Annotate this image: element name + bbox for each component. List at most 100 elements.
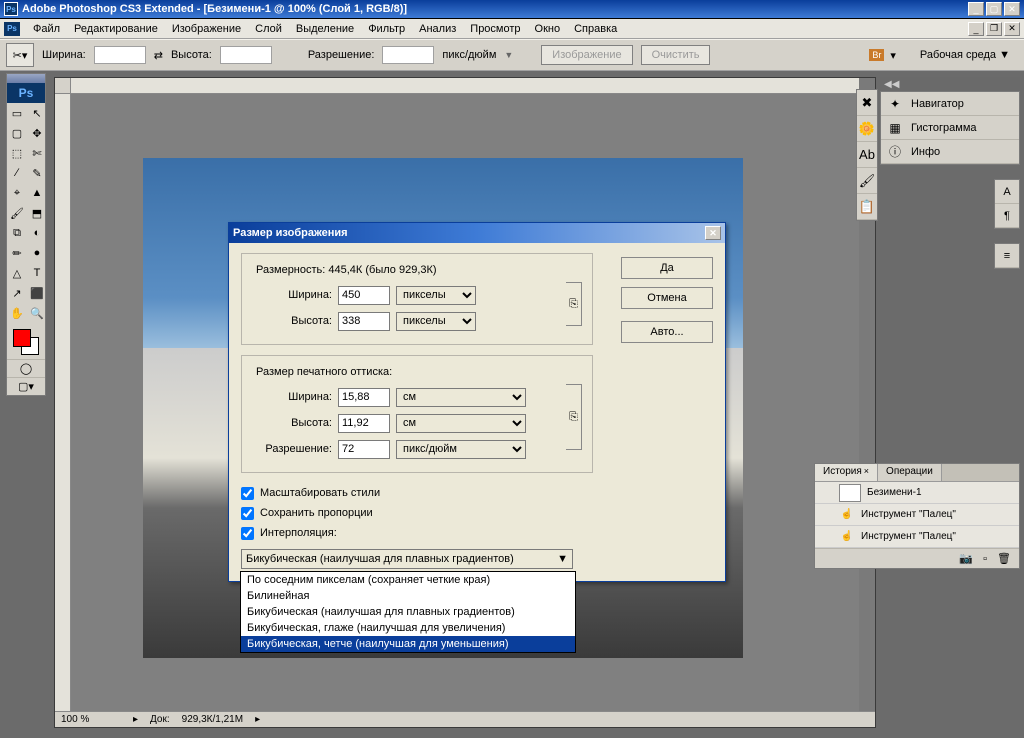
tab-history[interactable]: История× xyxy=(815,464,878,481)
tool-7[interactable]: ✎ xyxy=(27,163,47,183)
menu-help[interactable]: Справка xyxy=(567,21,624,37)
new-doc-icon[interactable]: ▫ xyxy=(983,553,987,565)
opt-height-input[interactable] xyxy=(220,46,272,64)
tool-6[interactable]: ∕ xyxy=(7,163,27,183)
tool-8[interactable]: ⌖ xyxy=(7,183,27,203)
tool-12[interactable]: ⧉ xyxy=(7,223,27,243)
status-zoom[interactable]: 100 % xyxy=(61,714,121,725)
history-state-row[interactable]: ☝ Инструмент "Палец" xyxy=(815,526,1019,548)
menu-layer[interactable]: Слой xyxy=(248,21,289,37)
ok-button[interactable]: Да xyxy=(621,257,713,279)
ruler-origin[interactable] xyxy=(55,78,71,94)
interpolation-select[interactable]: Бикубическая (наилучшая для плавных град… xyxy=(241,549,573,569)
new-snapshot-icon[interactable]: 📷 xyxy=(959,552,973,565)
tool-0[interactable]: ▭ xyxy=(7,103,27,123)
tool-20[interactable]: ✋ xyxy=(7,303,27,323)
interpolation-dropdown[interactable]: По соседним пикселам (сохраняет четкие к… xyxy=(240,571,576,653)
tool-1[interactable]: ↖ xyxy=(27,103,47,123)
tool-18[interactable]: ↗ xyxy=(7,283,27,303)
tool-21[interactable]: 🔍 xyxy=(27,303,47,323)
tool-2[interactable]: ▢ xyxy=(7,123,27,143)
constrain-link-icon[interactable]: ⎘ xyxy=(566,384,582,450)
tool-11[interactable]: ⬒ xyxy=(27,203,47,223)
px-height-unit[interactable]: пикселы xyxy=(396,312,476,331)
side-brush-icon[interactable]: 🖌 xyxy=(857,168,877,194)
pr-width-input[interactable] xyxy=(338,388,390,407)
current-tool-thumb[interactable]: ✂▾ xyxy=(6,43,34,67)
dialog-close-button[interactable]: ✕ xyxy=(705,226,721,240)
px-width-unit[interactable]: пикселы xyxy=(396,286,476,305)
tool-10[interactable]: 🖌 xyxy=(7,203,27,223)
doc-close-button[interactable]: ✕ xyxy=(1004,22,1020,36)
side-char-icon[interactable]: Ab xyxy=(857,142,877,168)
close-button[interactable]: ✕ xyxy=(1004,2,1020,16)
history-doc-row[interactable]: Безимени-1 xyxy=(815,482,1019,504)
constrain-link-icon[interactable]: ⎘ xyxy=(566,282,582,326)
mini-para-icon[interactable]: ¶ xyxy=(995,204,1019,228)
px-height-input[interactable] xyxy=(338,312,390,331)
tool-4[interactable]: ⬚ xyxy=(7,143,27,163)
tool-14[interactable]: ✏ xyxy=(7,243,27,263)
res-input[interactable] xyxy=(338,440,390,459)
dialog-titlebar[interactable]: Размер изображения ✕ xyxy=(229,223,725,243)
tool-15[interactable]: ● xyxy=(27,243,47,263)
palette-histogram[interactable]: ▦ Гистограмма xyxy=(881,116,1019,140)
menu-filter[interactable]: Фильтр xyxy=(361,21,412,37)
menu-image[interactable]: Изображение xyxy=(165,21,248,37)
mini-char-icon[interactable]: A xyxy=(995,180,1019,204)
menu-file[interactable]: Файл xyxy=(26,21,67,37)
tab-actions[interactable]: Операции xyxy=(878,464,942,481)
pr-height-input[interactable] xyxy=(338,414,390,433)
pr-width-unit[interactable]: см xyxy=(396,388,526,407)
mini-list-icon[interactable]: ≡ xyxy=(995,244,1019,268)
opt-clear-button[interactable]: Очистить xyxy=(641,45,711,65)
palette-info[interactable]: ⓘ Инфо xyxy=(881,140,1019,164)
pr-height-unit[interactable]: см xyxy=(396,414,526,433)
interp-option-3[interactable]: Бикубическая, глаже (наилучшая для увели… xyxy=(241,620,575,636)
tool-17[interactable]: T xyxy=(27,263,47,283)
screenmode-toggle[interactable]: ▢▾ xyxy=(7,377,45,395)
fg-color-swatch[interactable] xyxy=(13,329,31,347)
swap-icon[interactable]: ⇄ xyxy=(154,49,163,62)
menu-window[interactable]: Окно xyxy=(528,21,568,37)
scale-styles-checkbox[interactable] xyxy=(241,487,254,500)
px-width-input[interactable] xyxy=(338,286,390,305)
history-state-row[interactable]: ☝ Инструмент "Палец" xyxy=(815,504,1019,526)
res-unit[interactable]: пикс/дюйм xyxy=(396,440,526,459)
tool-13[interactable]: ◐ xyxy=(27,223,47,243)
interp-option-0[interactable]: По соседним пикселам (сохраняет четкие к… xyxy=(241,572,575,588)
tool-3[interactable]: ✥ xyxy=(27,123,47,143)
opt-image-button[interactable]: Изображение xyxy=(541,45,632,65)
side-tools-icon[interactable]: ✖ xyxy=(857,90,877,116)
tool-5[interactable]: ✄ xyxy=(27,143,47,163)
palette-navigator[interactable]: ✦ Навигатор xyxy=(881,92,1019,116)
tool-16[interactable]: △ xyxy=(7,263,27,283)
resample-checkbox[interactable] xyxy=(241,527,254,540)
trash-icon[interactable]: 🗑 xyxy=(997,552,1011,565)
cancel-button[interactable]: Отмена xyxy=(621,287,713,309)
doc-minimize-button[interactable]: _ xyxy=(968,22,984,36)
menu-edit[interactable]: Редактирование xyxy=(67,21,165,37)
dock-collapse-icon[interactable]: ◀◀ xyxy=(884,79,899,90)
minimize-button[interactable]: _ xyxy=(968,2,984,16)
constrain-checkbox[interactable] xyxy=(241,507,254,520)
side-swatch-icon[interactable]: 🌼 xyxy=(857,116,877,142)
toolbox-gripper[interactable] xyxy=(7,74,45,83)
maximize-button[interactable]: ▢ xyxy=(986,2,1002,16)
doc-restore-button[interactable]: ❐ xyxy=(986,22,1002,36)
opt-width-input[interactable] xyxy=(94,46,146,64)
workspace-menu[interactable]: Br ▾ Рабочая среда ▼ xyxy=(861,47,1018,64)
side-layers-icon[interactable]: 📋 xyxy=(857,194,877,220)
menu-analysis[interactable]: Анализ xyxy=(412,21,463,37)
interp-option-1[interactable]: Билинейная xyxy=(241,588,575,604)
menu-view[interactable]: Просмотр xyxy=(463,21,527,37)
interp-option-4[interactable]: Бикубическая, четче (наилучшая для умень… xyxy=(241,636,575,652)
auto-button[interactable]: Авто... xyxy=(621,321,713,343)
dock-header[interactable]: ◀◀ xyxy=(880,77,1020,91)
tool-19[interactable]: ⬛ xyxy=(27,283,47,303)
quickmask-toggle[interactable]: ◯ xyxy=(7,359,45,377)
ruler-vertical[interactable] xyxy=(55,94,71,711)
opt-res-input[interactable] xyxy=(382,46,434,64)
menu-select[interactable]: Выделение xyxy=(289,21,361,37)
interp-option-2[interactable]: Бикубическая (наилучшая для плавных град… xyxy=(241,604,575,620)
